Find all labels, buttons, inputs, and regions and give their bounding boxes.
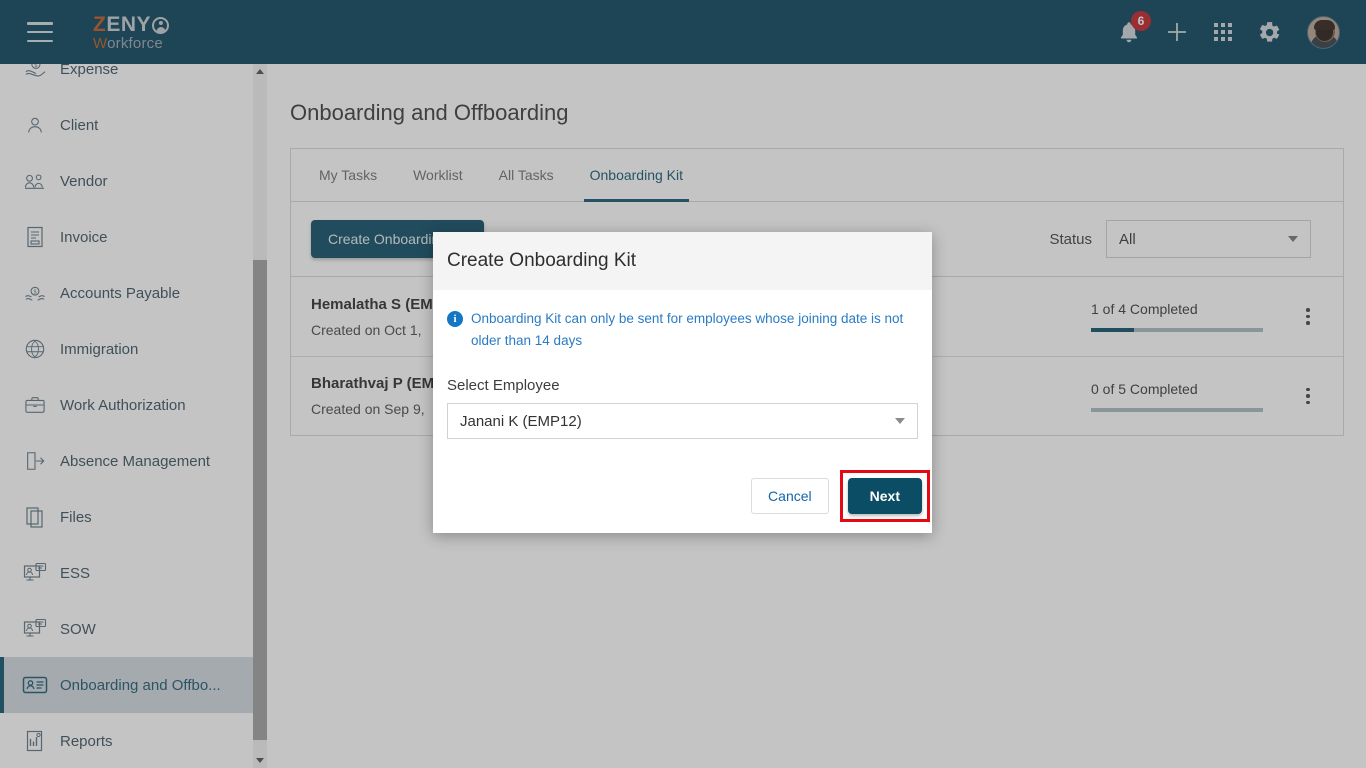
next-button-highlight: Next (839, 470, 930, 522)
create-onboarding-kit-dialog: Create Onboarding Kit i Onboarding Kit c… (433, 232, 932, 533)
chevron-down-icon (895, 418, 905, 424)
dialog-info-message: i Onboarding Kit can only be sent for em… (447, 308, 918, 352)
dialog-footer: Cancel Next (751, 459, 932, 533)
select-employee-dropdown[interactable]: Janani K (EMP12) (447, 403, 918, 439)
info-circle-icon: i (447, 311, 463, 327)
select-employee-label: Select Employee (447, 377, 560, 394)
select-employee-value: Janani K (EMP12) (460, 412, 582, 430)
cancel-button[interactable]: Cancel (751, 478, 829, 514)
dialog-title: Create Onboarding Kit (447, 250, 637, 271)
dialog-info-text: Onboarding Kit can only be sent for empl… (471, 311, 904, 348)
app-root: Z ENY Workforce 6 $ Expense Client Vendo… (0, 0, 1366, 768)
dialog-header: Create Onboarding Kit (433, 232, 932, 290)
next-button[interactable]: Next (847, 478, 922, 514)
dialog-body: i Onboarding Kit can only be sent for em… (433, 290, 932, 439)
